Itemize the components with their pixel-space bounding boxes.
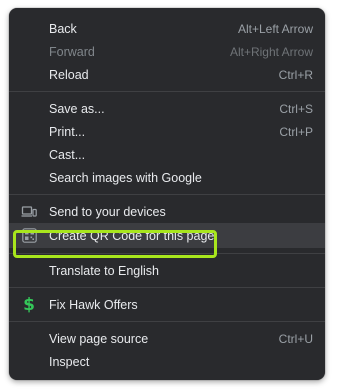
menu-item-fix-hawk-offers[interactable]: $ Fix Hawk Offers bbox=[9, 293, 325, 316]
menu-item-label: Fix Hawk Offers bbox=[49, 297, 138, 312]
shortcut-hint: Ctrl+R bbox=[278, 67, 313, 82]
menu-separator bbox=[9, 321, 325, 322]
menu-separator bbox=[9, 194, 325, 195]
menu-item-label: Save as... bbox=[49, 101, 105, 116]
menu-item-forward: Forward Alt+Right Arrow bbox=[9, 40, 325, 63]
menu-item-save-as[interactable]: Save as... Ctrl+S bbox=[9, 97, 325, 120]
menu-item-label: Inspect bbox=[49, 354, 90, 369]
menu-item-cast[interactable]: Cast... bbox=[9, 143, 325, 166]
devices-icon bbox=[21, 204, 37, 220]
menu-item-label: Search images with Google bbox=[49, 170, 202, 185]
menu-separator bbox=[9, 91, 325, 92]
menu-item-label: Create QR Code for this page bbox=[49, 228, 215, 243]
menu-item-label: Forward bbox=[49, 44, 95, 59]
menu-item-search-images[interactable]: Search images with Google bbox=[9, 166, 325, 189]
shortcut-hint: Alt+Left Arrow bbox=[237, 21, 313, 36]
context-menu: Back Alt+Left Arrow Forward Alt+Right Ar… bbox=[9, 8, 325, 380]
menu-item-print[interactable]: Print... Ctrl+P bbox=[9, 120, 325, 143]
menu-item-translate[interactable]: Translate to English bbox=[9, 259, 325, 282]
menu-item-back[interactable]: Back Alt+Left Arrow bbox=[9, 17, 325, 40]
menu-item-create-qr-code[interactable]: Create QR Code for this page bbox=[9, 223, 325, 248]
menu-separator bbox=[9, 253, 325, 254]
menu-item-label: View page source bbox=[49, 331, 149, 346]
shortcut-hint: Ctrl+S bbox=[279, 101, 313, 116]
menu-item-label: Back bbox=[49, 21, 77, 36]
menu-item-label: Send to your devices bbox=[49, 204, 166, 219]
menu-item-label: Reload bbox=[49, 67, 89, 82]
qr-code-icon bbox=[21, 228, 37, 244]
menu-item-label: Translate to English bbox=[49, 263, 160, 278]
menu-item-label: Cast... bbox=[49, 147, 86, 162]
dollar-icon: $ bbox=[23, 294, 35, 315]
menu-item-label: Print... bbox=[49, 124, 86, 139]
menu-item-reload[interactable]: Reload Ctrl+R bbox=[9, 63, 325, 86]
shortcut-hint: Ctrl+U bbox=[278, 331, 313, 346]
menu-item-inspect[interactable]: Inspect bbox=[9, 350, 325, 373]
menu-item-send-to-devices[interactable]: Send to your devices bbox=[9, 200, 325, 223]
menu-separator bbox=[9, 287, 325, 288]
shortcut-hint: Ctrl+P bbox=[279, 124, 313, 139]
menu-item-view-page-source[interactable]: View page source Ctrl+U bbox=[9, 327, 325, 350]
shortcut-hint: Alt+Right Arrow bbox=[229, 44, 313, 59]
